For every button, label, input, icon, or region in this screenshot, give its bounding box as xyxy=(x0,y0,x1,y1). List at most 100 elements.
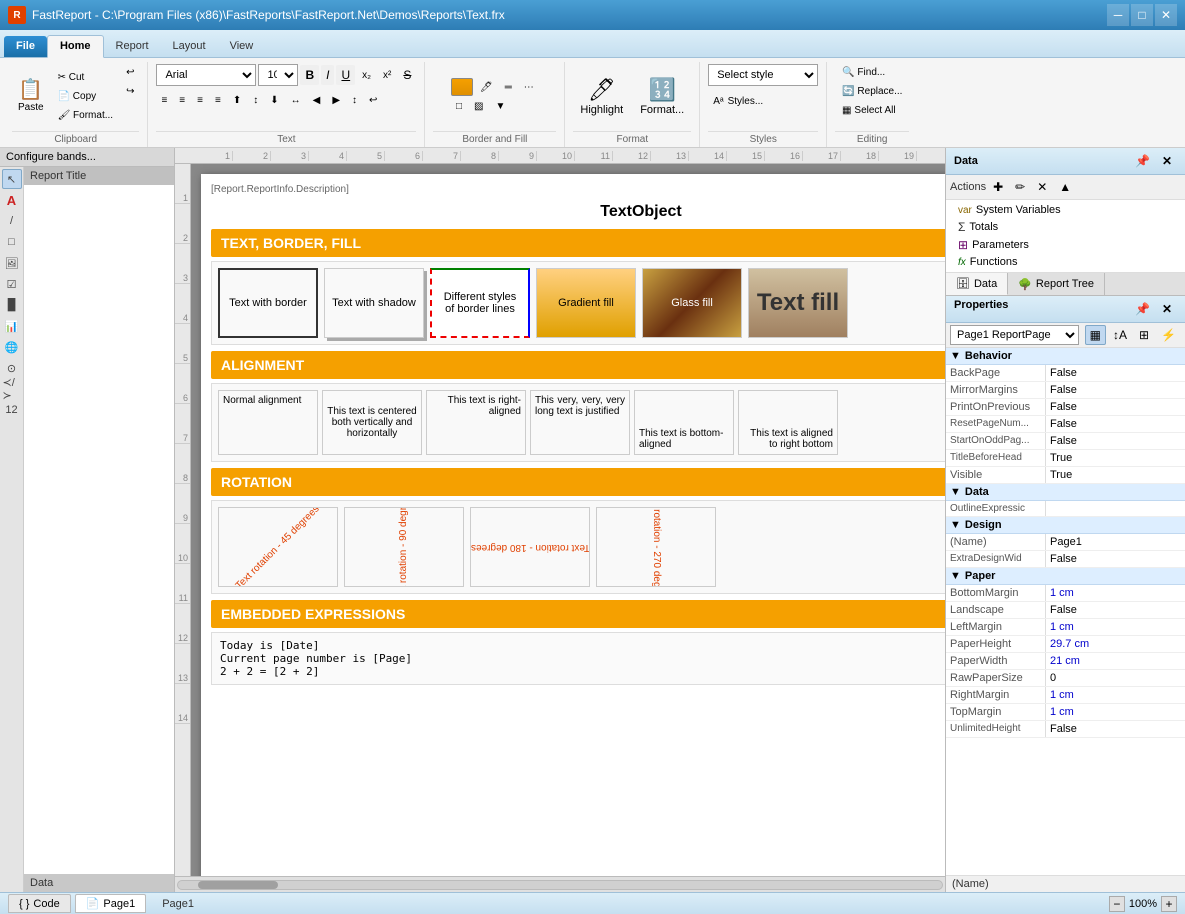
align-left-button[interactable]: ≡ xyxy=(156,92,172,109)
action-move-up[interactable]: ▲ xyxy=(1054,177,1076,197)
underline-button[interactable]: U xyxy=(336,65,355,85)
prop-val[interactable]: False xyxy=(1046,551,1185,567)
align-right-button[interactable]: ≡ xyxy=(192,92,208,109)
indent-decrease-button[interactable]: ◀ xyxy=(308,92,326,109)
shadow-button[interactable]: ▨ xyxy=(469,98,488,115)
superscript-button[interactable]: x² xyxy=(378,67,396,84)
highlight-button[interactable]: 🖊 Highlight xyxy=(573,72,630,121)
format-button[interactable]: 🔢 Format... xyxy=(633,72,691,121)
prop-val[interactable]: True xyxy=(1046,450,1185,466)
prop-val[interactable]: False xyxy=(1046,399,1185,415)
close-button[interactable]: ✕ xyxy=(1155,4,1177,26)
prop-val[interactable]: False xyxy=(1046,416,1185,432)
fill-color-button[interactable] xyxy=(451,78,473,96)
picture-tool[interactable]: 🖼 xyxy=(2,253,22,273)
scroll-track-h[interactable] xyxy=(177,880,943,890)
checkbox-tool[interactable]: ☑ xyxy=(2,274,22,294)
paste-button[interactable]: 📋 Paste xyxy=(12,76,50,117)
tree-parameters[interactable]: ⊞ Parameters xyxy=(946,236,1185,254)
shape-tool[interactable]: □ xyxy=(2,232,22,252)
undo-button[interactable]: ↩ xyxy=(121,64,139,81)
action-delete[interactable]: ✕ xyxy=(1032,177,1052,197)
prop-lightning-btn[interactable]: ⚡ xyxy=(1156,325,1181,345)
prop-alpha-btn[interactable]: ↕A xyxy=(1108,325,1132,345)
format-painter-button[interactable]: 🖌 Format... xyxy=(53,107,118,124)
text-direction-button[interactable]: ↔ xyxy=(286,92,306,109)
prop-val[interactable]: 1 cm xyxy=(1046,619,1185,635)
tab-report[interactable]: Report xyxy=(104,36,161,57)
action-add[interactable]: ✚ xyxy=(988,177,1008,197)
prop-val[interactable]: False xyxy=(1046,721,1185,737)
tree-functions[interactable]: fx Functions xyxy=(946,254,1185,270)
select-all-button[interactable]: ▦ Select All xyxy=(837,102,901,119)
line-spacing-button[interactable]: ↕ xyxy=(347,92,362,109)
subscript-button[interactable]: x₂ xyxy=(357,67,376,84)
prop-val[interactable]: 1 cm xyxy=(1046,585,1185,601)
prop-val[interactable]: Page1 xyxy=(1046,534,1185,550)
tab-file[interactable]: File xyxy=(4,36,47,57)
data-panel-pin[interactable]: 📌 xyxy=(1130,151,1155,171)
indent-increase-button[interactable]: ▶ xyxy=(327,92,345,109)
border-sides-button[interactable]: □ xyxy=(451,98,467,115)
category-paper[interactable]: ▼ Paper xyxy=(946,568,1185,585)
tab-report-tree[interactable]: 🌳 Report Tree xyxy=(1008,273,1105,295)
page1-tab[interactable]: 📄 Page1 xyxy=(75,894,147,913)
copy-button[interactable]: 📄 Copy xyxy=(53,88,118,105)
styles-btn[interactable]: Aᵃ Styles... xyxy=(708,93,768,110)
align-center-button[interactable]: ≡ xyxy=(174,92,190,109)
prop-val[interactable]: False xyxy=(1046,382,1185,398)
prop-val[interactable]: 29.7 cm xyxy=(1046,636,1185,652)
properties-close[interactable]: ✕ xyxy=(1157,299,1177,319)
prop-val[interactable]: True xyxy=(1046,467,1185,483)
line-tool[interactable]: / xyxy=(2,211,22,231)
action-edit[interactable]: ✏ xyxy=(1010,177,1030,197)
canvas-scroll[interactable]: [Report.ReportInfo.Description] TextObje… xyxy=(191,164,945,876)
vertical-center-button[interactable]: ↕ xyxy=(248,92,263,109)
prop-val[interactable]: 0 xyxy=(1046,670,1185,686)
strikethrough-button[interactable]: S xyxy=(398,65,416,85)
category-data[interactable]: ▼ Data xyxy=(946,484,1185,501)
category-design[interactable]: ▼ Design xyxy=(946,517,1185,534)
barcode-tool[interactable]: ▐▌ xyxy=(2,295,22,315)
tab-layout[interactable]: Layout xyxy=(161,36,218,57)
tree-totals[interactable]: Σ Totals xyxy=(946,218,1185,236)
chart-tool[interactable]: 📊 xyxy=(2,316,22,336)
tab-home[interactable]: Home xyxy=(47,35,104,58)
maximize-button[interactable]: □ xyxy=(1131,4,1153,26)
find-button[interactable]: 🔍 Find... xyxy=(837,64,890,81)
tab-data[interactable]: 🗄 Data xyxy=(946,273,1008,295)
zoom-out-btn[interactable]: − xyxy=(1109,896,1125,912)
border-style-button[interactable]: ⋯ xyxy=(519,79,539,96)
font-family-select[interactable]: Arial xyxy=(156,64,256,86)
category-behavior[interactable]: ▼ Behavior xyxy=(946,348,1185,365)
text-tool[interactable]: A xyxy=(2,190,22,210)
vertical-bottom-button[interactable]: ⬇ xyxy=(265,92,283,109)
prop-categorized-btn[interactable]: ▦ xyxy=(1085,325,1106,345)
horizontal-scrollbar[interactable] xyxy=(175,876,945,892)
code-tab[interactable]: { } Code xyxy=(8,894,71,913)
replace-button[interactable]: 🔄 Replace... xyxy=(837,83,907,100)
cut-button[interactable]: ✂ Cut xyxy=(53,69,118,86)
zoom-in-btn[interactable]: + xyxy=(1161,896,1177,912)
font-size-select[interactable]: 10 xyxy=(258,64,298,86)
prop-val[interactable] xyxy=(1046,501,1185,516)
properties-pin[interactable]: 📌 xyxy=(1130,299,1155,319)
align-justify-button[interactable]: ≡ xyxy=(210,92,226,109)
prop-val[interactable]: False xyxy=(1046,433,1185,449)
scroll-thumb-h[interactable] xyxy=(198,881,278,889)
tree-system-vars[interactable]: var System Variables xyxy=(946,202,1185,218)
tab-view[interactable]: View xyxy=(218,36,266,57)
bold-button[interactable]: B xyxy=(300,65,319,85)
italic-button[interactable]: I xyxy=(321,65,334,85)
subreport-tool[interactable]: ≺/≻ xyxy=(2,379,22,399)
redo-button[interactable]: ↪ xyxy=(121,83,139,100)
prop-val[interactable]: 1 cm xyxy=(1046,687,1185,703)
pointer-tool[interactable]: ↖ xyxy=(2,169,22,189)
undo-text-button[interactable]: ↩ xyxy=(364,92,382,109)
configure-bands-btn[interactable]: Configure bands... xyxy=(0,148,174,167)
properties-page-select[interactable]: Page1 ReportPage xyxy=(950,325,1079,345)
border-color-button[interactable]: 🖊 xyxy=(475,79,498,96)
border-width-button[interactable]: ═ xyxy=(500,79,517,96)
prop-val[interactable]: False xyxy=(1046,365,1185,381)
style-select[interactable]: Select style xyxy=(708,64,818,86)
